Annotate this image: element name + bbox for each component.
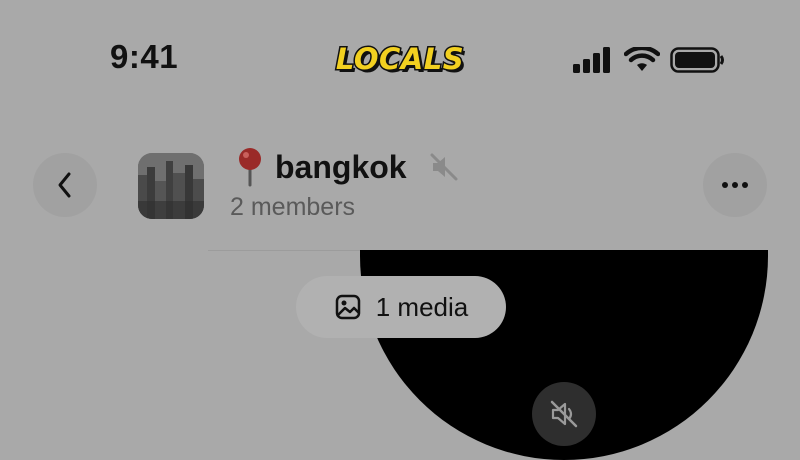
status-time: 9:41 xyxy=(110,38,179,75)
media-count-button[interactable]: 1 media xyxy=(296,276,506,338)
group-title-row[interactable]: bangkok xyxy=(233,145,459,189)
status-icons xyxy=(572,45,726,75)
wifi-icon xyxy=(624,47,660,71)
member-count: 2 members xyxy=(230,193,356,221)
back-button[interactable] xyxy=(33,153,97,217)
ellipsis-icon xyxy=(722,182,748,188)
more-options-button[interactable] xyxy=(703,153,767,217)
brand-logo-text: LOCALS xyxy=(334,41,465,78)
city-skyline-image xyxy=(138,153,204,219)
cellular-signal-icon xyxy=(573,47,610,73)
speaker-muted-icon xyxy=(430,153,458,181)
image-icon xyxy=(335,294,360,320)
chevron-left-icon xyxy=(58,172,71,198)
group-avatar[interactable] xyxy=(138,153,204,219)
media-count-label: 1 media xyxy=(375,291,469,322)
header-divider xyxy=(208,250,360,251)
speaker-muted-icon xyxy=(550,400,578,428)
video-mute-button[interactable] xyxy=(532,382,596,446)
battery-icon xyxy=(670,47,724,73)
round-pushpin-icon xyxy=(239,148,261,187)
group-title: bangkok xyxy=(275,148,407,185)
brand-logo: LOCALS xyxy=(334,41,465,78)
